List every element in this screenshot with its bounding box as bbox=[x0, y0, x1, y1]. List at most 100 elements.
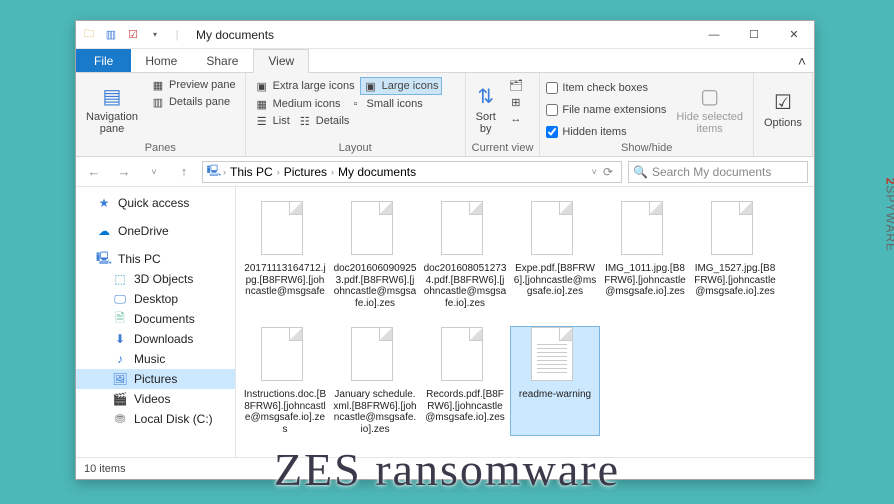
nav-pictures[interactable]: 🖼Pictures bbox=[76, 369, 235, 389]
file-name-label: IMG_1527.jpg.[B8FRW6].[johncastle@msgsaf… bbox=[691, 263, 779, 298]
tab-home[interactable]: Home bbox=[131, 49, 192, 72]
file-item[interactable]: Expe.pdf.[B8FRW6].[johncastle@msgsafe.io… bbox=[511, 201, 599, 309]
ribbon-group-showhide: Item check boxes File name extensions Hi… bbox=[540, 73, 754, 156]
nav-music[interactable]: ♪Music bbox=[76, 349, 235, 369]
xl-icons-icon: ▣ bbox=[255, 79, 269, 93]
close-button[interactable]: ✕ bbox=[774, 21, 814, 49]
file-list[interactable]: 20171113164712.jpg.[B8FRW6].[johncastle@… bbox=[236, 187, 814, 457]
pc-icon: 🖳 bbox=[207, 165, 221, 179]
file-item[interactable]: doc2016080512734.pdf.[B8FRW6].[johncastl… bbox=[421, 201, 509, 309]
up-button[interactable]: ↑ bbox=[172, 160, 196, 184]
list-view-button[interactable]: ☰List bbox=[252, 113, 293, 129]
cube-icon: ⬚ bbox=[112, 271, 128, 287]
tab-view[interactable]: View bbox=[253, 49, 309, 73]
file-item[interactable]: readme-warning bbox=[511, 327, 599, 435]
nav-localdisk[interactable]: ⛃Local Disk (C:) bbox=[76, 409, 235, 429]
details-pane-button[interactable]: ▥Details pane bbox=[148, 94, 239, 110]
add-columns-button[interactable]: ⊞ bbox=[506, 94, 526, 110]
back-button[interactable]: ← bbox=[82, 160, 106, 184]
qat-dropdown-icon[interactable]: ▾ bbox=[146, 26, 164, 44]
file-icon bbox=[351, 201, 399, 259]
breadcrumb[interactable]: 🖳 › This PC › Pictures › My documents ˅ … bbox=[202, 161, 622, 183]
nav-onedrive[interactable]: ☁OneDrive bbox=[76, 221, 235, 241]
file-name-label: Instructions.doc.[B8FRW6].[johncastle@ms… bbox=[241, 389, 329, 435]
file-item[interactable]: 20171113164712.jpg.[B8FRW6].[johncastle@… bbox=[241, 201, 329, 309]
desktop-icon: 🖵 bbox=[112, 291, 128, 307]
options-button[interactable]: ☑ Options bbox=[760, 77, 806, 142]
pc-icon: 🖳 bbox=[96, 251, 112, 267]
file-name-label: IMG_1011.jpg.[B8FRW6].[johncastle@msgsaf… bbox=[601, 263, 689, 298]
navigation-pane-label: Navigation pane bbox=[86, 111, 138, 135]
nav-downloads[interactable]: ⬇Downloads bbox=[76, 329, 235, 349]
crumb-thispc[interactable]: This PC bbox=[228, 165, 275, 179]
sm-icons-icon: ▫ bbox=[349, 97, 363, 111]
group-by-icon: 🗂 bbox=[509, 78, 523, 92]
address-bar-row: ← → ˅ ↑ 🖳 › This PC › Pictures › My docu… bbox=[76, 157, 814, 187]
nav-quick-access[interactable]: ★Quick access bbox=[76, 193, 235, 213]
file-item[interactable]: Instructions.doc.[B8FRW6].[johncastle@ms… bbox=[241, 327, 329, 435]
search-icon: 🔍 bbox=[633, 165, 648, 179]
maximize-button[interactable]: ☐ bbox=[734, 21, 774, 49]
videos-icon: 🎬 bbox=[112, 391, 128, 407]
extra-large-icons-button[interactable]: ▣Extra large icons bbox=[252, 77, 358, 95]
search-placeholder: Search My documents bbox=[652, 165, 771, 179]
ribbon-tabs: File Home Share View ˄ bbox=[76, 49, 814, 73]
forward-button[interactable]: → bbox=[112, 160, 136, 184]
group-panes-label: Panes bbox=[82, 142, 239, 154]
small-icons-button[interactable]: ▫Small icons bbox=[346, 96, 426, 112]
tab-share[interactable]: Share bbox=[192, 49, 253, 72]
group-by-button[interactable]: 🗂 bbox=[506, 77, 526, 93]
hidden-items-toggle[interactable]: Hidden items bbox=[546, 126, 666, 138]
minimize-button[interactable]: — bbox=[694, 21, 734, 49]
file-item[interactable]: doc2016060909253.pdf.[B8FRW6].[johncastl… bbox=[331, 201, 419, 309]
file-extensions-toggle[interactable]: File name extensions bbox=[546, 104, 666, 116]
qat-checkbox-icon[interactable]: ☑ bbox=[124, 26, 142, 44]
file-name-label: doc2016080512734.pdf.[B8FRW6].[johncastl… bbox=[421, 263, 509, 309]
tab-file[interactable]: File bbox=[76, 49, 131, 72]
file-item[interactable]: January schedule.xml.[B8FRW6].[johncastl… bbox=[331, 327, 419, 435]
refresh-button[interactable]: ⟳ bbox=[599, 165, 617, 179]
medium-icons-button[interactable]: ▦Medium icons bbox=[252, 96, 344, 112]
item-checkboxes-toggle[interactable]: Item check boxes bbox=[546, 82, 666, 94]
md-icons-icon: ▦ bbox=[255, 97, 269, 111]
nav-thispc[interactable]: 🖳This PC bbox=[76, 249, 235, 269]
qat-properties-icon[interactable]: ▥ bbox=[102, 26, 120, 44]
nav-videos[interactable]: 🎬Videos bbox=[76, 389, 235, 409]
lg-icons-icon: ▣ bbox=[364, 79, 378, 93]
file-item[interactable]: IMG_1527.jpg.[B8FRW6].[johncastle@msgsaf… bbox=[691, 201, 779, 309]
collapse-ribbon-button[interactable]: ˄ bbox=[790, 49, 814, 72]
search-input[interactable]: 🔍 Search My documents bbox=[628, 161, 808, 183]
file-icon bbox=[261, 327, 309, 385]
nav-desktop[interactable]: 🖵Desktop bbox=[76, 289, 235, 309]
file-icon bbox=[441, 201, 489, 259]
music-icon: ♪ bbox=[112, 351, 128, 367]
onedrive-icon: ☁ bbox=[96, 223, 112, 239]
details-pane-icon: ▥ bbox=[151, 95, 165, 109]
details-view-button[interactable]: ☷Details bbox=[295, 113, 353, 129]
hide-selected-button[interactable]: ▢ Hide selected items bbox=[672, 77, 747, 142]
crumb-pictures[interactable]: Pictures bbox=[282, 165, 329, 179]
file-icon bbox=[711, 201, 759, 259]
sort-by-button[interactable]: ⇅ Sort by bbox=[472, 77, 500, 142]
nav-documents[interactable]: 🗎Documents bbox=[76, 309, 235, 329]
file-icon bbox=[261, 201, 309, 259]
file-name-label: Records.pdf.[B8FRW6].[johncastle@msgsafe… bbox=[421, 389, 509, 424]
explorer-window: 🗀 ▥ ☑ ▾ | My documents — ☐ ✕ File Home S… bbox=[75, 20, 815, 480]
downloads-icon: ⬇ bbox=[112, 331, 128, 347]
file-icon bbox=[351, 327, 399, 385]
nav-3d-objects[interactable]: ⬚3D Objects bbox=[76, 269, 235, 289]
large-icons-button[interactable]: ▣Large icons bbox=[360, 77, 443, 95]
file-item[interactable]: IMG_1011.jpg.[B8FRW6].[johncastle@msgsaf… bbox=[601, 201, 689, 309]
file-item[interactable]: Records.pdf.[B8FRW6].[johncastle@msgsafe… bbox=[421, 327, 509, 435]
crumb-current[interactable]: My documents bbox=[336, 165, 418, 179]
ribbon-group-panes: ▤ Navigation pane ▦Preview pane ▥Details… bbox=[76, 73, 246, 156]
star-icon: ★ bbox=[96, 195, 112, 211]
preview-pane-button[interactable]: ▦Preview pane bbox=[148, 77, 239, 93]
navigation-pane-button[interactable]: ▤ Navigation pane bbox=[82, 77, 142, 142]
qat-divider: | bbox=[168, 26, 186, 44]
recent-dropdown[interactable]: ˅ bbox=[142, 160, 166, 184]
addr-dropdown-icon[interactable]: ˅ bbox=[592, 167, 597, 177]
group-current-label: Current view bbox=[472, 142, 534, 154]
navigation-pane: ★Quick access ☁OneDrive 🖳This PC ⬚3D Obj… bbox=[76, 187, 236, 457]
size-columns-button[interactable]: ↔ bbox=[506, 111, 526, 127]
